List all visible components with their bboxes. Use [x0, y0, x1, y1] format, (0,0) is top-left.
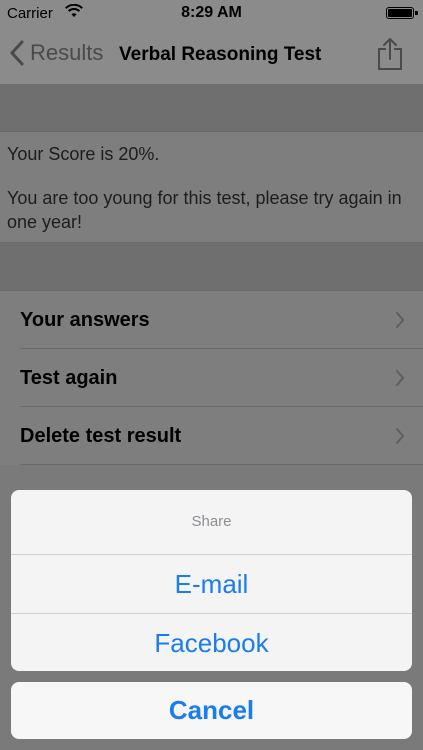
chevron-left-icon [10, 40, 24, 66]
page-title: Verbal Reasoning Test [119, 44, 322, 65]
back-button-label: Results [30, 40, 104, 65]
back-button[interactable]: Results [10, 40, 103, 66]
menu-item-label: Delete test result [20, 424, 182, 447]
menu-item-test-again[interactable]: Test again [0, 349, 423, 407]
menu-item-your-answers[interactable]: Your answers [0, 291, 423, 349]
menu-list: Your answers Test again Delete test resu… [0, 290, 423, 465]
chevron-right-icon [396, 370, 405, 386]
chevron-right-icon [396, 428, 405, 444]
cancel-button[interactable]: Cancel [11, 682, 412, 739]
share-button[interactable] [377, 37, 403, 76]
result-message: You are too young for this test, please … [7, 188, 402, 232]
menu-item-label: Your answers [20, 308, 150, 331]
facebook-button[interactable]: Facebook [11, 614, 412, 671]
section-spacer [0, 243, 423, 290]
email-button[interactable]: E-mail [11, 555, 412, 614]
status-bar: Carrier 8:29 AM [0, 0, 423, 27]
score-card: Your Score is 20%. You are too young for… [0, 131, 423, 243]
clock: 8:29 AM [181, 4, 242, 21]
battery-icon [386, 7, 418, 19]
menu-item-label: Test again [20, 366, 118, 389]
action-sheet-title: Share [11, 490, 412, 555]
share-action-sheet: Share E-mail Facebook [11, 490, 412, 671]
navigation-bar: Results Verbal Reasoning Test [0, 27, 423, 85]
share-icon [378, 38, 402, 70]
chevron-right-icon [396, 312, 405, 328]
score-text: Your Score is 20%. [7, 144, 160, 164]
menu-item-delete-test-result[interactable]: Delete test result [0, 407, 423, 465]
section-spacer [0, 85, 423, 131]
